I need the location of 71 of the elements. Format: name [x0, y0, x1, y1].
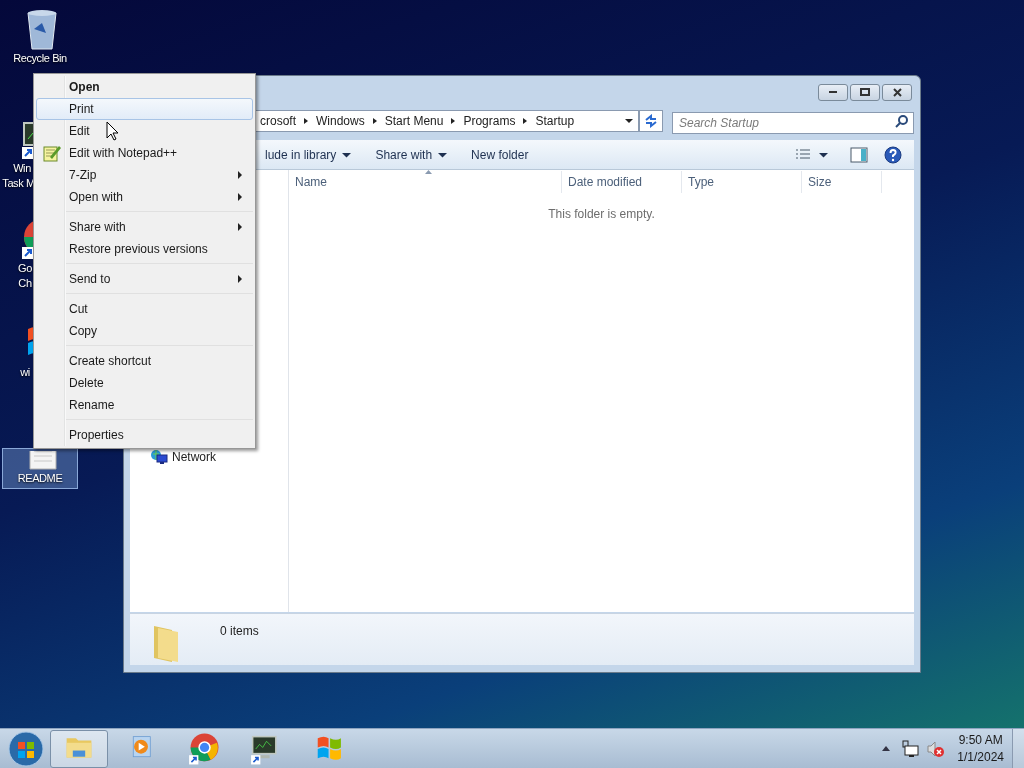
refresh-icon [644, 114, 658, 128]
submenu-arrow-icon [238, 223, 242, 231]
menu-item[interactable]: Edit with Notepad++ [36, 142, 253, 164]
desktop-icon-label[interactable]: Win [13, 161, 31, 176]
up-arrow-icon [882, 746, 891, 751]
column-header[interactable]: Name [289, 171, 562, 193]
dropdown-icon [342, 151, 352, 158]
menu-item[interactable]: Copy [36, 320, 253, 342]
dropdown-icon [624, 117, 634, 125]
view-list-icon [795, 148, 811, 161]
sort-arrow-icon [425, 170, 432, 174]
notepad-icon [43, 144, 61, 162]
network-icon [150, 449, 168, 465]
breadcrumb[interactable]: Start Menu [380, 112, 448, 130]
submenu-arrow-icon [238, 193, 242, 201]
menu-item[interactable]: Rename [36, 394, 253, 416]
start-button[interactable] [6, 728, 46, 768]
clock-time: 9:50 AM [958, 731, 1003, 749]
clock-date: 1/1/2024 [957, 748, 1004, 766]
menu-item[interactable]: Cut [36, 298, 253, 320]
windows-logo-icon [8, 730, 44, 767]
menu-item[interactable]: Open with [36, 186, 253, 208]
column-header[interactable]: Size [802, 171, 882, 193]
breadcrumb[interactable]: Programs [459, 112, 520, 130]
submenu-arrow-icon [238, 171, 242, 179]
item-count: 0 items [220, 623, 259, 640]
desktop-icon-label[interactable]: Recycle Bin [13, 51, 67, 66]
breadcrumb[interactable]: crosoft [256, 112, 300, 130]
toolbar-button[interactable]: Share with [368, 142, 455, 167]
minimize-icon [829, 91, 837, 93]
menu-item[interactable]: Send to [36, 268, 253, 290]
maximize-button[interactable] [850, 83, 880, 101]
desktop-icon-label[interactable]: Go [18, 261, 32, 276]
desktop-icon-label[interactable]: wi [20, 365, 30, 380]
volume-muted-icon [927, 739, 946, 758]
menu-item[interactable]: Share with [36, 216, 253, 238]
close-icon [892, 87, 902, 97]
submenu-arrow-icon [238, 275, 242, 283]
column-header[interactable]: Date modified [562, 171, 682, 193]
chevron-icon [370, 117, 379, 125]
breadcrumb[interactable]: Startup [531, 112, 579, 130]
chrome-icon [187, 731, 219, 766]
chevron-icon [302, 117, 310, 125]
breadcrumb[interactable]: Windows [312, 112, 369, 130]
refresh-button[interactable] [639, 110, 663, 132]
menu-item[interactable]: Create shortcut [36, 350, 253, 372]
close-button[interactable] [882, 83, 912, 101]
desktop-icon-label[interactable]: README [17, 471, 63, 486]
desktop-icon[interactable]: Recycle Bin [2, 4, 78, 69]
menu-item[interactable]: Restore previous versions [36, 238, 253, 260]
help-icon [884, 145, 902, 164]
menu-item[interactable]: Open [36, 76, 253, 98]
mouse-cursor-icon [106, 121, 120, 141]
menu-item[interactable]: Properties [36, 424, 253, 446]
search-icon [895, 114, 909, 128]
desktop-icon-label[interactable]: Ch [18, 276, 32, 291]
menu-item[interactable]: Delete [36, 372, 253, 394]
network-icon [901, 739, 920, 758]
column-header[interactable]: Type [682, 171, 802, 193]
dropdown-icon [819, 151, 828, 158]
menu-item[interactable]: 7-Zip [36, 164, 253, 186]
preview-pane-icon [850, 146, 868, 163]
nav-item[interactable]: Network [150, 448, 216, 466]
toolbar-button[interactable]: lude in library [258, 142, 359, 167]
dropdown-icon [438, 151, 448, 158]
maximize-icon [860, 88, 870, 96]
menu-item[interactable]: Print [36, 98, 253, 120]
search-field[interactable]: Search Startup [672, 112, 914, 134]
empty-folder-message: This folder is empty. [547, 206, 656, 223]
minimize-button[interactable] [818, 83, 848, 101]
toolbar-button[interactable]: New folder [464, 142, 536, 167]
